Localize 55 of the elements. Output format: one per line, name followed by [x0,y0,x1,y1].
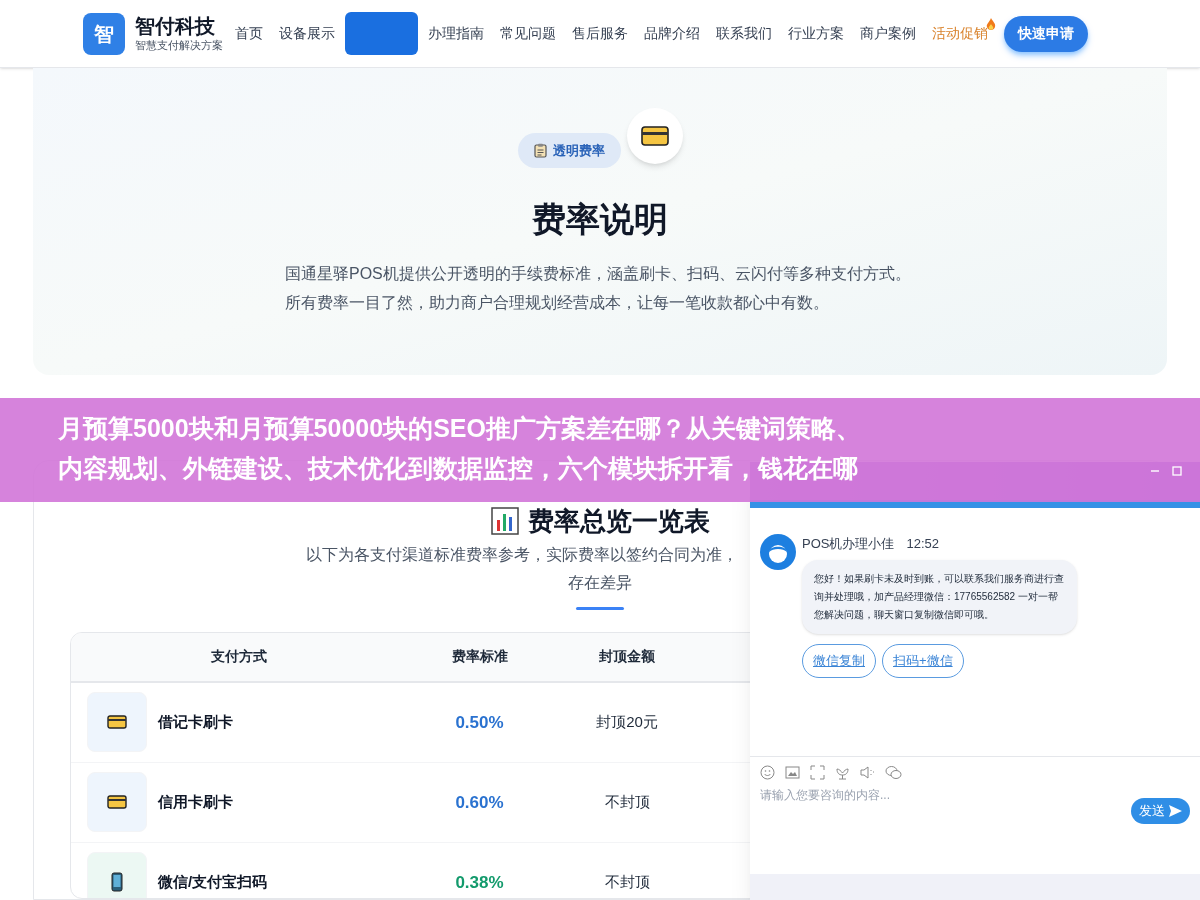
agent-avatar [760,534,796,570]
section-title: 费率总览一览表 [528,505,710,537]
clipboard-icon [533,143,547,158]
cap-value: 封顶20元 [595,712,659,732]
cap-value: 不封顶 [603,872,651,892]
column-header: 费率标准 [450,647,509,667]
rate-value: 0.50% [454,711,505,734]
message-input[interactable]: 请输入您要咨询的内容... [760,786,1131,804]
image-icon[interactable] [785,765,800,780]
hero-title: 费率说明 [532,199,668,240]
apply-button[interactable]: 快速申请 [1004,15,1088,52]
rate-value: 0.38% [454,871,505,894]
send-icon [1169,805,1182,817]
maximize-icon[interactable] [1172,466,1182,476]
phone-icon [111,872,123,893]
subtitle-text: 存在差异 [568,573,632,593]
nav-link[interactable]: 行业方案 [782,12,850,55]
frame-icon[interactable] [810,765,825,780]
cap-value: 不封顶 [603,792,651,812]
nav-link[interactable]: 常见问题 [494,12,562,55]
hero-description: 国通星驿POS机提供公开透明的手续费标准，涵盖刷卡、扫码、云闪付等多种支付方式。所有费率一目了然，助力商户合理规划经营成本，让每一笔收款都心中有数。 [285,264,912,313]
method-name: 微信/支付宝扫码 [158,872,268,892]
subtitle-text: 以下为各支付渠道标准费率参考，实际费率以签约合同为准， [306,545,738,565]
banner-headline: 月预算5000块和月预算50000块的SEO推广方案差在哪？从关键词策略、 [58,413,861,444]
nav-link[interactable]: 售后服务 [566,12,634,55]
rate-value: 0.60% [454,791,505,814]
method-name: 信用卡刷卡 [158,792,233,812]
card-icon [107,795,127,810]
nav-link[interactable]: 品牌介绍 [638,12,706,55]
nav-link[interactable]: 设备展示 [273,12,341,55]
nav-link[interactable]: 首页 [229,12,269,55]
column-header: 封顶金额 [598,647,656,667]
column-header: 支付方式 [210,647,268,667]
smile-icon[interactable] [760,765,775,780]
title-underline [576,607,624,610]
card-icon [640,125,669,146]
nav-link[interactable]: 办理指南 [422,12,490,55]
banner-headline: 内容规划、外链建设、技术优化到数据监控，六个模块拆开看，钱花在哪 [58,453,858,484]
flame-icon [986,18,996,31]
tagline: 智慧支付解决方案 [135,39,223,53]
flower-icon[interactable] [835,765,850,780]
agent-name: POS机办理小佳 [802,535,895,553]
action-link[interactable]: 扫码+微信 [882,643,964,678]
bar-chart-icon [490,506,520,536]
message-time: 12:52 [906,535,939,553]
nav-link[interactable]: 联系我们 [710,12,778,55]
nav-link[interactable]: 商户案例 [854,12,922,55]
chat-bubbles-icon[interactable] [885,765,902,780]
logo-mark: 智 [83,12,125,55]
method-name: 借记卡刷卡 [158,712,233,732]
brand-name: 智付科技 [135,14,216,39]
speaker-icon[interactable] [860,765,875,780]
badge: 透明费率 [517,133,621,168]
message-bubble: 您好！如果刷卡未及时到账，可以联系我们服务商进行查询并处理哦，加产品经理微信：17765562582 一对一帮您解决问题，聊天窗口复制微信即可哦。 [802,559,1077,634]
card-icon [107,715,127,730]
